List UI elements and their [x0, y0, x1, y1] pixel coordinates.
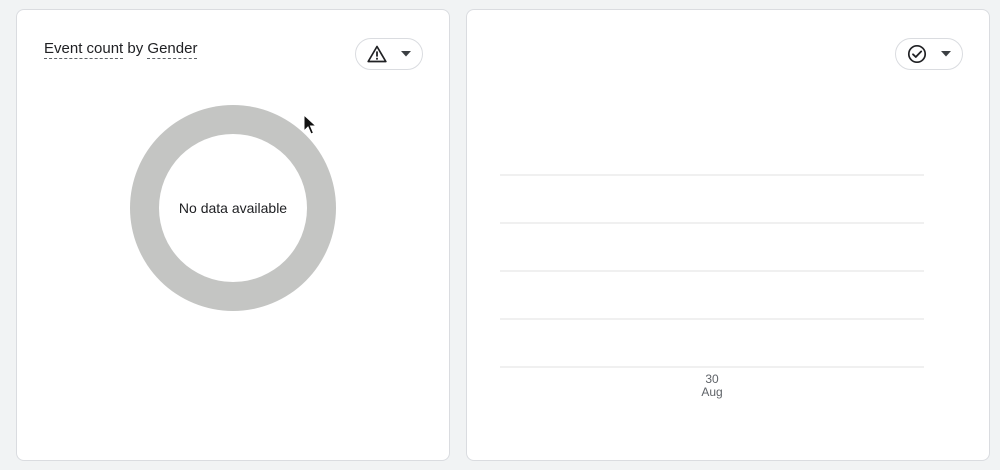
data-quality-status-button[interactable]	[355, 38, 423, 70]
dimension-selector[interactable]: Gender	[147, 40, 198, 59]
card-title: Event count by Gender	[44, 39, 198, 59]
no-data-message: No data available	[178, 200, 288, 216]
donut-center: No data available	[159, 134, 307, 282]
x-axis-tick-label: 30 Aug	[698, 373, 726, 399]
metric-selector[interactable]: Event count	[44, 40, 124, 59]
title-connector: by	[127, 40, 144, 57]
x-tick-month: Aug	[701, 385, 723, 399]
event-count-by-gender-card: Event count by Gender No data available	[16, 9, 450, 461]
reports-page: Event count by Gender No data available	[0, 0, 1000, 470]
time-series-card: 30 Aug	[466, 9, 990, 461]
line-chart	[500, 174, 924, 368]
mouse-cursor-icon	[303, 114, 317, 135]
warning-triangle-icon	[367, 45, 387, 63]
dropdown-arrow-icon	[401, 51, 411, 57]
